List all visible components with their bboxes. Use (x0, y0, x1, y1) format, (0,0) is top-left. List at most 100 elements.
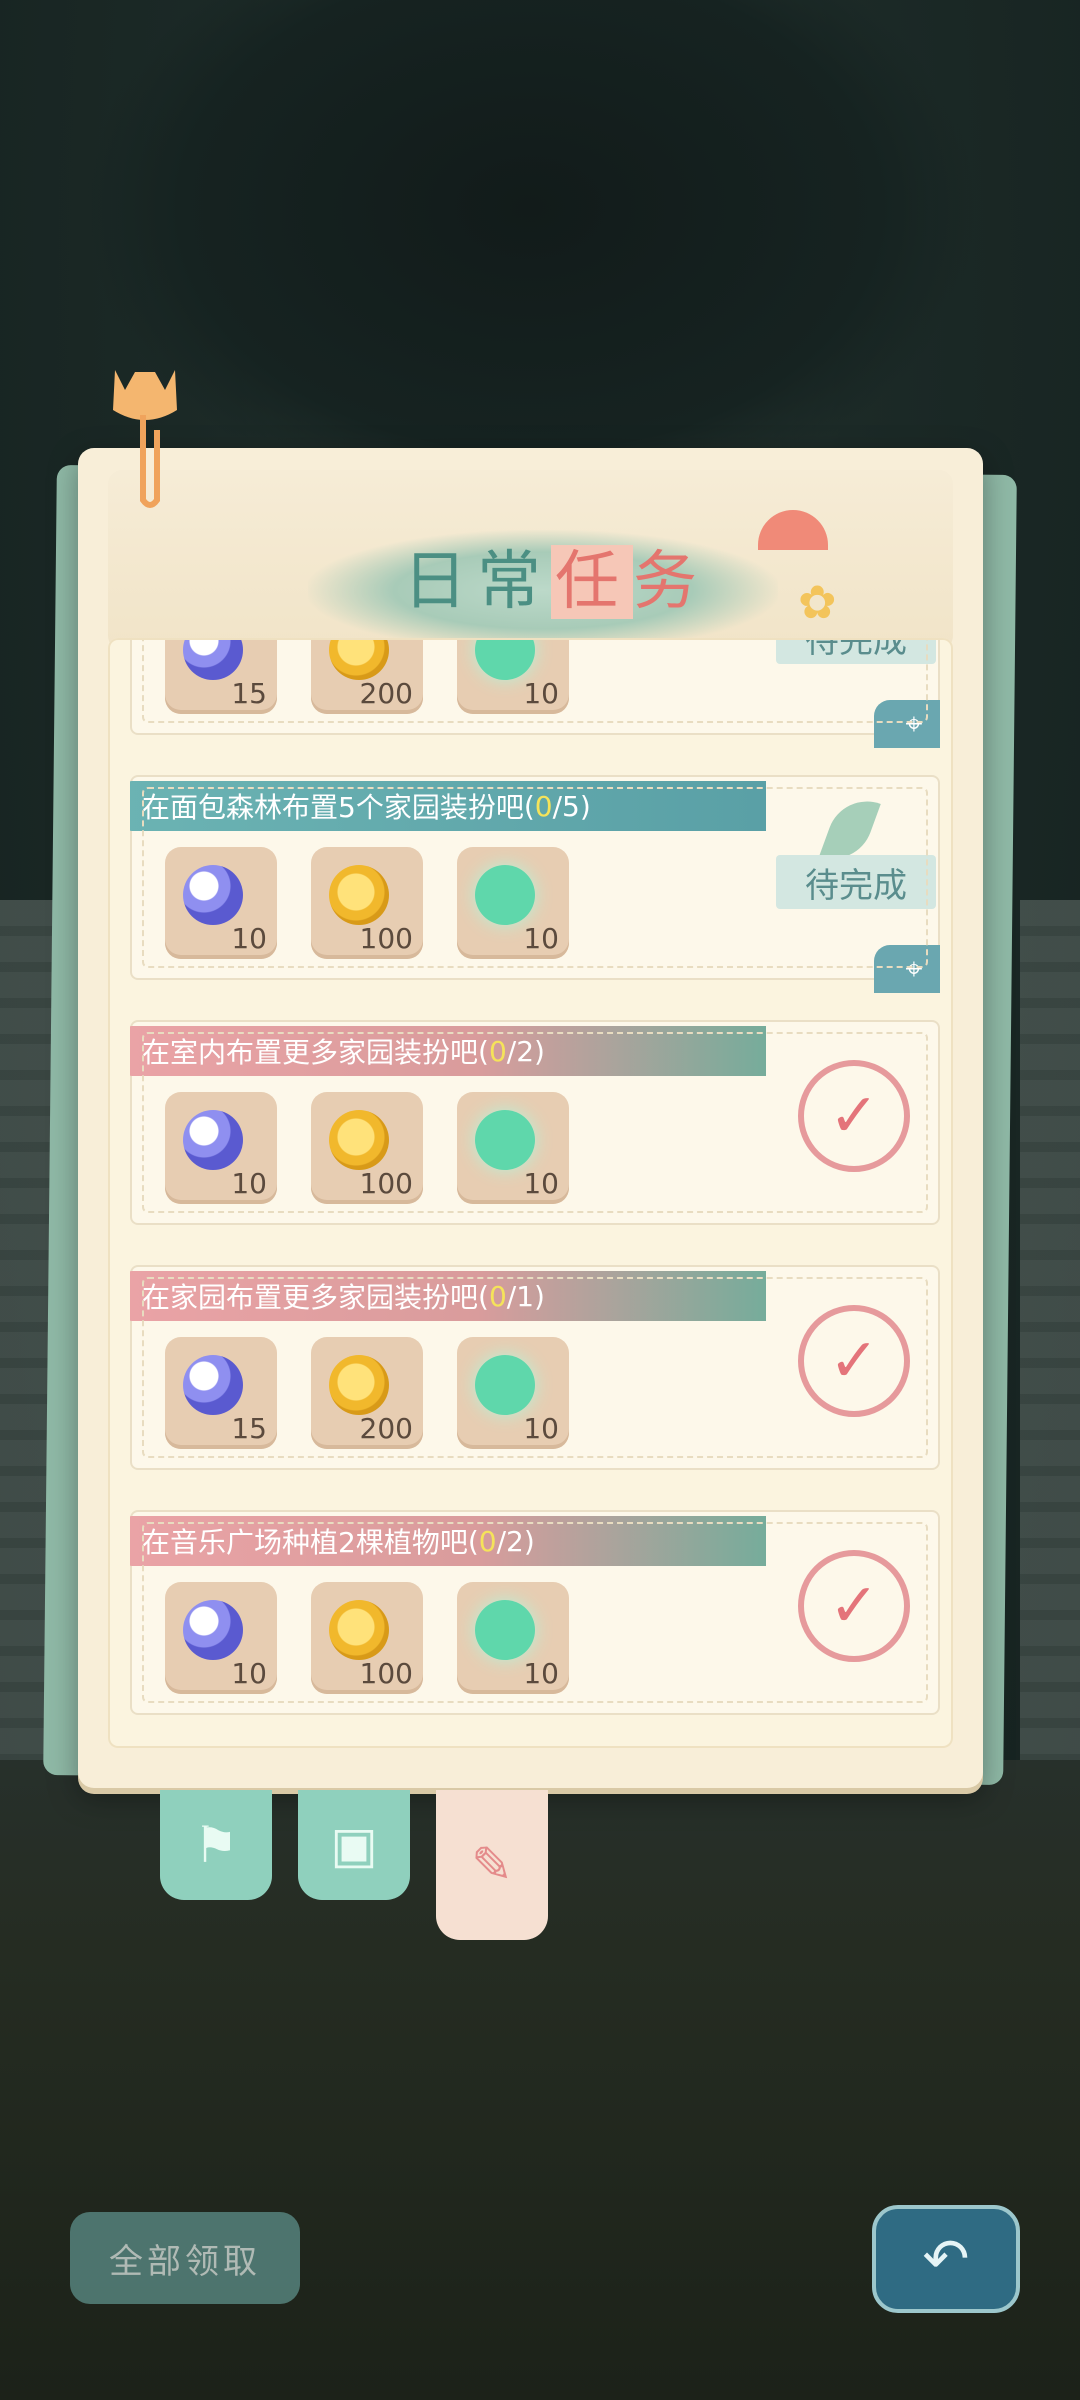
reward-count: 200 (359, 1412, 413, 1445)
check-icon: ✓ (828, 1326, 880, 1396)
return-icon: ↶ (922, 2226, 970, 2292)
reward-coin: 100 (311, 1582, 423, 1694)
progress-open: ( (467, 1524, 479, 1558)
reward-moon: 10 (165, 847, 277, 959)
task-card: 在室内布置更多家园装扮吧(0/2) 10 100 10 ✓ (130, 1020, 940, 1225)
title-banner: ✿ 日常任务 (108, 470, 953, 650)
claim-button[interactable]: ✓ (798, 1060, 910, 1172)
title-part3: 务 (633, 545, 707, 619)
reward-count: 15 (231, 1412, 267, 1445)
task-list[interactable]: 15 200 10 待完成 ⌖ 在面包森林布置5个家园装扮吧(0/5) 10 1… (130, 640, 940, 1725)
progress-rest: /5) (552, 789, 591, 823)
background-fence-right (1020, 900, 1080, 1900)
flag-icon: ⚑ (193, 1816, 239, 1874)
page-title: 日常任务 (403, 530, 707, 622)
reward-coin: 100 (311, 847, 423, 959)
claim-button[interactable]: ✓ (798, 1550, 910, 1662)
reward-count: 100 (359, 1167, 413, 1200)
flower-icon: ✿ (798, 575, 837, 629)
task-title-bar: 在家园布置更多家园装扮吧(0/1) (130, 1271, 766, 1321)
moon-icon (183, 865, 243, 925)
reward-coin: 200 (311, 1337, 423, 1449)
locate-button[interactable]: ⌖ (874, 945, 940, 993)
crosshair-icon: ⌖ (905, 706, 923, 742)
reward-moon: 15 (165, 1337, 277, 1449)
task-title: 在音乐广场种植2棵植物吧 (142, 1526, 468, 1559)
rewards: 10 100 10 (165, 1582, 569, 1694)
reward-count: 15 (231, 677, 267, 710)
reward-moon: 10 (165, 1582, 277, 1694)
background-tree (80, 0, 980, 520)
check-icon: ✓ (828, 1571, 880, 1641)
task-title-bar: 在室内布置更多家园装扮吧(0/2) (130, 1026, 766, 1076)
claim-all-button[interactable]: 全部领取 (70, 2212, 300, 2304)
moon-icon (183, 1600, 243, 1660)
back-button[interactable]: ↶ (872, 2205, 1020, 2313)
crosshair-icon: ⌖ (905, 951, 923, 987)
coin-icon (329, 1355, 389, 1415)
task-card: 15 200 10 待完成 ⌖ (130, 640, 940, 748)
reward-coin: 100 (311, 1092, 423, 1204)
status-pending: 待完成 (776, 640, 936, 664)
tab-daily-tasks[interactable]: ✎ (436, 1790, 548, 1940)
reward-gem: 10 (457, 640, 569, 714)
reward-count: 10 (523, 677, 559, 710)
rewards: 15 200 10 (165, 1337, 569, 1449)
reward-count: 10 (523, 1167, 559, 1200)
task-title: 在面包森林布置5个家园装扮吧 (142, 791, 524, 824)
rewards: 10 100 10 (165, 1092, 569, 1204)
progress-done: 0 (488, 1279, 507, 1313)
locate-button[interactable]: ⌖ (874, 700, 940, 748)
task-title-bar: 在音乐广场种植2棵植物吧(0/2) (130, 1516, 766, 1566)
progress-done: 0 (488, 1034, 507, 1068)
task-card: 在家园布置更多家园装扮吧(0/1) 15 200 10 ✓ (130, 1265, 940, 1470)
rewards: 10 100 10 (165, 847, 569, 959)
reward-count: 10 (231, 1657, 267, 1690)
reward-count: 10 (231, 922, 267, 955)
progress-done: 0 (534, 789, 553, 823)
progress-rest: /2) (496, 1524, 535, 1558)
status-pending: 待完成 (776, 855, 936, 909)
reward-coin: 200 (311, 640, 423, 714)
moon-icon (183, 1355, 243, 1415)
reward-gem: 10 (457, 1337, 569, 1449)
reward-gem: 10 (457, 1092, 569, 1204)
task-title: 在室内布置更多家园装扮吧 (142, 1036, 479, 1069)
progress-open: ( (478, 1279, 489, 1313)
coin-icon (329, 865, 389, 925)
rewards: 15 200 10 (165, 640, 569, 714)
check-icon: ✓ (828, 1081, 880, 1151)
progress-rest: /2) (506, 1034, 545, 1068)
task-card: 在面包森林布置5个家园装扮吧(0/5) 10 100 10 待完成 ⌖ (130, 775, 940, 993)
reward-count: 10 (523, 1412, 559, 1445)
tab-paw-card[interactable]: ▣ (298, 1790, 410, 1900)
coin-icon (329, 1110, 389, 1170)
task-card: 在音乐广场种植2棵植物吧(0/2) 10 100 10 ✓ (130, 1510, 940, 1715)
reward-moon: 10 (165, 1092, 277, 1204)
claim-button[interactable]: ✓ (798, 1305, 910, 1417)
coin-icon (329, 640, 389, 680)
progress-open: ( (523, 789, 535, 823)
tab-flag[interactable]: ⚑ (160, 1790, 272, 1900)
cat-paperclip-icon (113, 370, 177, 508)
task-title: 在家园布置更多家园装扮吧 (142, 1281, 479, 1314)
reward-moon: 15 (165, 640, 277, 714)
reward-gem: 10 (457, 1582, 569, 1694)
title-part1: 日常 (403, 545, 551, 619)
reward-count: 10 (523, 1657, 559, 1690)
panel-tabs: ⚑ ▣ ✎ (160, 1790, 548, 1940)
reward-count: 10 (523, 922, 559, 955)
coin-icon (329, 1600, 389, 1660)
notepad-pencil-icon: ✎ (471, 1836, 513, 1894)
moon-icon (183, 640, 243, 680)
reward-count: 100 (359, 1657, 413, 1690)
sun-icon (758, 510, 828, 550)
task-title-bar: 在面包森林布置5个家园装扮吧(0/5) (130, 781, 766, 831)
title-part2: 任 (551, 545, 633, 619)
paw-card-icon: ▣ (330, 1816, 378, 1874)
moon-icon (183, 1110, 243, 1170)
reward-count: 10 (231, 1167, 267, 1200)
progress-rest: /1) (506, 1279, 545, 1313)
progress-done: 0 (478, 1524, 497, 1558)
reward-gem: 10 (457, 847, 569, 959)
